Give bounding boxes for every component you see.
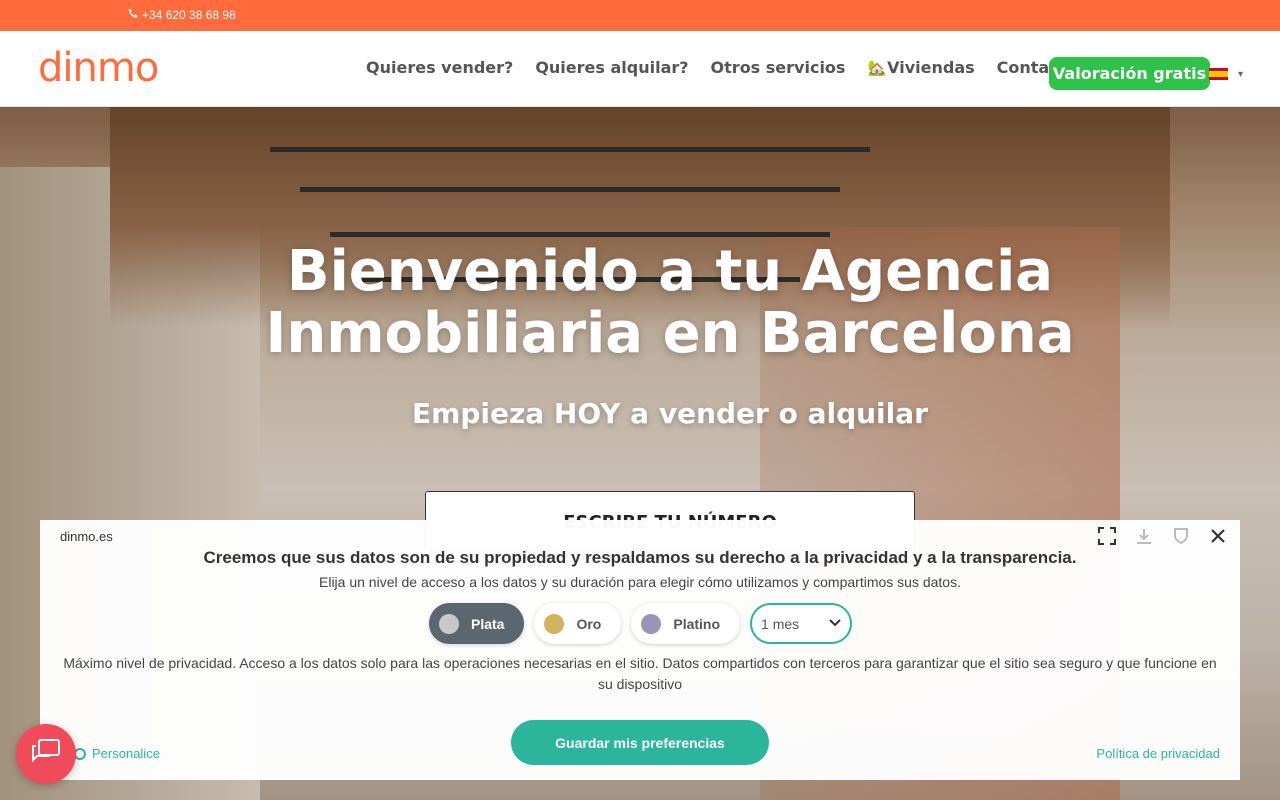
chevron-down-icon bbox=[828, 615, 842, 632]
logo[interactable]: dinmo bbox=[38, 48, 159, 88]
nav-item-viviendas[interactable]: 🏡 Viviendas bbox=[867, 58, 974, 77]
expand-icon[interactable] bbox=[1097, 526, 1117, 546]
consent-domain: dinmo.es bbox=[60, 529, 113, 544]
consent-description: Máximo nivel de privacidad. Acceso a los… bbox=[63, 655, 1217, 692]
close-icon[interactable] bbox=[1208, 526, 1228, 546]
valoracion-gratis-button[interactable]: Valoración gratis bbox=[1049, 57, 1210, 90]
access-level-selector: Plata Oro Platino 1 mes bbox=[429, 603, 853, 644]
level-platino-label: Platino bbox=[673, 615, 721, 632]
plata-dot-icon bbox=[439, 613, 459, 634]
hero-subtitle: Empieza HOY a vender o alquilar bbox=[412, 397, 928, 430]
nav-item-vender[interactable]: Quieres vender? bbox=[366, 58, 513, 77]
chat-button[interactable] bbox=[16, 724, 76, 784]
level-plata-button[interactable]: Plata bbox=[429, 603, 525, 644]
duration-value: 1 mes bbox=[761, 615, 800, 632]
consent-panel: dinmo.es Creemos que sus datos son de su… bbox=[40, 520, 1240, 780]
phone-link[interactable]: +34 620 38 68 98 bbox=[128, 8, 236, 22]
top-bar: +34 620 38 68 98 bbox=[0, 0, 1280, 31]
phone-icon bbox=[128, 8, 139, 22]
phone-number: +34 620 38 68 98 bbox=[142, 8, 236, 22]
duration-select[interactable]: 1 mes bbox=[750, 603, 853, 644]
main-nav: Quieres vender? Quieres alquilar? Otros … bbox=[366, 58, 1107, 77]
personalize-link[interactable]: Personalice bbox=[74, 746, 160, 761]
consent-headline: Creemos que sus datos son de su propieda… bbox=[203, 548, 1077, 567]
chevron-down-icon: ▾ bbox=[1238, 68, 1244, 80]
personalize-label: Personalice bbox=[92, 746, 160, 761]
nav-item-viviendas-label: Viviendas bbox=[887, 58, 975, 77]
hero-title: Bienvenido a tu Agencia Inmobiliaria en … bbox=[265, 239, 1075, 366]
level-oro-label: Oro bbox=[576, 615, 602, 632]
nav-item-alquilar[interactable]: Quieres alquilar? bbox=[535, 58, 688, 77]
level-oro-button[interactable]: Oro bbox=[534, 603, 622, 644]
oro-dot-icon bbox=[544, 613, 565, 634]
consent-subheadline: Elija un nivel de acceso a los datos y s… bbox=[319, 574, 961, 590]
privacy-policy-link[interactable]: Política de privacidad bbox=[1096, 746, 1220, 761]
shield-icon[interactable] bbox=[1171, 526, 1191, 546]
nav-item-otros-servicios[interactable]: Otros servicios bbox=[711, 58, 846, 77]
consent-toolbar bbox=[1097, 526, 1228, 546]
chat-icon bbox=[31, 738, 61, 771]
download-icon[interactable] bbox=[1134, 526, 1154, 546]
platino-dot-icon bbox=[641, 613, 662, 634]
level-plata-label: Plata bbox=[471, 615, 505, 632]
spain-flag-icon bbox=[1209, 68, 1228, 80]
save-preferences-button[interactable]: Guardar mis preferencias bbox=[511, 720, 769, 765]
site-header: dinmo Quieres vender? Quieres alquilar? … bbox=[0, 31, 1280, 107]
language-selector[interactable]: ▾ bbox=[1209, 68, 1243, 80]
level-platino-button[interactable]: Platino bbox=[631, 603, 741, 644]
house-icon: 🏡 bbox=[867, 58, 887, 77]
